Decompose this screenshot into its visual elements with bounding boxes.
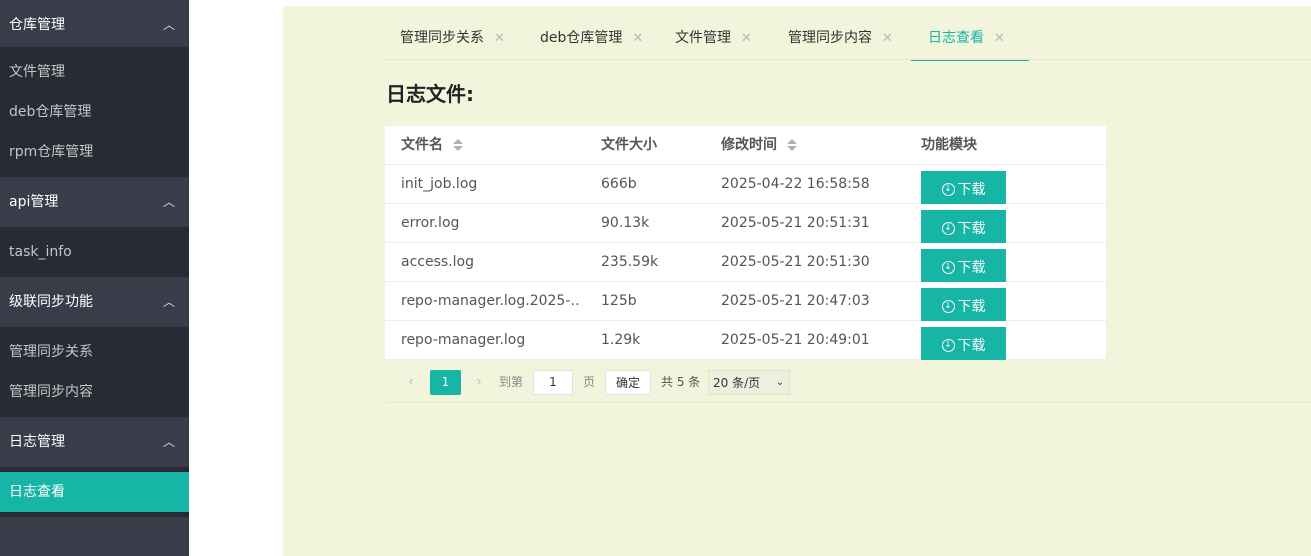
file-mtime-cell: 2025-05-21 20:51:30 bbox=[721, 254, 870, 270]
tab-deb-repo[interactable]: deb仓库管理 ✕ bbox=[540, 18, 643, 60]
sidebar-item-sync-relation[interactable]: 管理同步关系 bbox=[0, 332, 189, 372]
file-name-cell: repo-manager.log.2025-… bbox=[401, 293, 581, 309]
page-title: 日志文件: bbox=[386, 82, 474, 106]
tab-log-view[interactable]: 日志查看 ✕ bbox=[911, 18, 1029, 61]
download-label: 下载 bbox=[957, 338, 986, 354]
download-button[interactable]: ↓ 下载 bbox=[921, 171, 1006, 204]
download-button[interactable]: ↓ 下载 bbox=[921, 288, 1006, 321]
sort-icon[interactable] bbox=[453, 138, 463, 152]
goto-suffix-label: 页 bbox=[583, 375, 596, 389]
file-size-cell: 90.13k bbox=[601, 215, 650, 231]
sidebar-item-log-view[interactable]: 日志查看 bbox=[0, 472, 189, 512]
goto-confirm-button[interactable]: 确定 bbox=[605, 370, 651, 395]
file-mtime-cell: 2025-05-21 20:51:31 bbox=[721, 215, 870, 231]
download-label: 下载 bbox=[957, 182, 986, 198]
file-mtime-cell: 2025-04-22 16:58:58 bbox=[721, 176, 870, 192]
file-name-cell: repo-manager.log bbox=[401, 332, 526, 348]
column-header-mtime[interactable]: 修改时间 bbox=[721, 126, 911, 165]
sidebar-group-title: api管理 bbox=[9, 194, 59, 210]
tab-label: deb仓库管理 bbox=[540, 30, 623, 46]
close-icon[interactable]: ✕ bbox=[882, 31, 893, 46]
close-icon[interactable]: ✕ bbox=[632, 31, 643, 46]
sidebar-group-title: 仓库管理 bbox=[9, 17, 65, 33]
file-size-cell: 125b bbox=[601, 293, 637, 309]
sidebar-item-task-info[interactable]: task_info bbox=[0, 232, 189, 272]
tab-divider bbox=[383, 59, 1311, 60]
file-size-cell: 235.59k bbox=[601, 254, 659, 270]
table-row: access.log 235.59k 2025-05-21 20:51:30 ↓… bbox=[385, 243, 1106, 282]
total-count-label: 共 5 条 bbox=[661, 375, 701, 389]
file-size-cell: 666b bbox=[601, 176, 637, 192]
close-icon[interactable]: ✕ bbox=[494, 31, 505, 46]
pagination: ‹ 1 › 到第 页 确定 共 5 条 20 条/页 ⌄ bbox=[385, 361, 1311, 403]
sort-icon[interactable] bbox=[787, 138, 797, 152]
column-header-name[interactable]: 文件名 bbox=[401, 126, 581, 165]
tab-label: 管理同步内容 bbox=[788, 30, 872, 46]
sidebar-group-cascade-sync[interactable]: 级联同步功能 ︿ bbox=[0, 277, 189, 327]
goto-page-input[interactable] bbox=[533, 370, 573, 395]
download-label: 下载 bbox=[957, 260, 986, 276]
file-name-cell: access.log bbox=[401, 254, 474, 270]
file-name-cell: init_job.log bbox=[401, 176, 478, 192]
file-name-cell: error.log bbox=[401, 215, 460, 231]
sidebar-item-file-management[interactable]: 文件管理 bbox=[0, 52, 189, 92]
download-button[interactable]: ↓ 下载 bbox=[921, 210, 1006, 243]
download-label: 下载 bbox=[957, 299, 986, 315]
file-mtime-cell: 2025-05-21 20:49:01 bbox=[721, 332, 870, 348]
download-icon: ↓ bbox=[941, 338, 955, 352]
file-mtime-cell: 2025-05-21 20:47:03 bbox=[721, 293, 870, 309]
column-header-label: 文件名 bbox=[401, 137, 443, 153]
tab-label: 文件管理 bbox=[675, 30, 731, 46]
column-header-label: 修改时间 bbox=[721, 137, 777, 153]
sidebar: 仓库管理 ︿ 文件管理 deb仓库管理 rpm仓库管理 api管理 ︿ task… bbox=[0, 0, 189, 556]
page-size-value: 20 条/页 bbox=[713, 376, 761, 390]
table-row: error.log 90.13k 2025-05-21 20:51:31 ↓ 下载 bbox=[385, 204, 1106, 243]
file-size-cell: 1.29k bbox=[601, 332, 641, 348]
tab-sync-content[interactable]: 管理同步内容 ✕ bbox=[788, 18, 893, 60]
sidebar-group-api[interactable]: api管理 ︿ bbox=[0, 177, 189, 227]
download-button[interactable]: ↓ 下载 bbox=[921, 327, 1006, 360]
close-icon[interactable]: ✕ bbox=[994, 31, 1005, 46]
table-row: repo-manager.log.2025-… 125b 2025-05-21 … bbox=[385, 282, 1106, 321]
sidebar-item-deb-repo[interactable]: deb仓库管理 bbox=[0, 92, 189, 132]
download-button[interactable]: ↓ 下载 bbox=[921, 249, 1006, 282]
sidebar-item-sync-content[interactable]: 管理同步内容 bbox=[0, 372, 189, 412]
next-page-icon[interactable]: › bbox=[469, 370, 489, 395]
main-panel: 管理同步关系 ✕ deb仓库管理 ✕ 文件管理 ✕ 管理同步内容 ✕ 日志查看 ✕ 日志文… bbox=[283, 6, 1311, 556]
sidebar-group-log[interactable]: 日志管理 ︿ bbox=[0, 417, 189, 467]
download-icon: ↓ bbox=[941, 299, 955, 313]
prev-page-icon[interactable]: ‹ bbox=[401, 370, 421, 395]
tab-label: 管理同步关系 bbox=[400, 30, 484, 46]
sidebar-group-title: 日志管理 bbox=[9, 434, 65, 450]
chevron-up-icon: ︿ bbox=[162, 435, 175, 449]
chevron-down-icon: ⌄ bbox=[775, 377, 784, 388]
download-icon: ↓ bbox=[941, 260, 955, 274]
download-icon: ↓ bbox=[941, 221, 955, 235]
chevron-up-icon: ︿ bbox=[162, 195, 175, 209]
close-icon[interactable]: ✕ bbox=[741, 31, 752, 46]
sidebar-group-title: 级联同步功能 bbox=[9, 294, 93, 310]
sidebar-item-rpm-repo[interactable]: rpm仓库管理 bbox=[0, 132, 189, 172]
chevron-up-icon: ︿ bbox=[162, 295, 175, 309]
chevron-up-icon: ︿ bbox=[162, 18, 175, 32]
tab-sync-relation[interactable]: 管理同步关系 ✕ bbox=[400, 18, 505, 60]
sidebar-group-warehouse[interactable]: 仓库管理 ︿ bbox=[0, 0, 189, 50]
page-size-select[interactable]: 20 条/页 ⌄ bbox=[708, 370, 790, 395]
table-row: repo-manager.log 1.29k 2025-05-21 20:49:… bbox=[385, 321, 1106, 360]
goto-prefix-label: 到第 bbox=[499, 375, 524, 389]
tab-file-management[interactable]: 文件管理 ✕ bbox=[675, 18, 752, 60]
column-header-action: 功能模块 bbox=[921, 137, 977, 153]
table-row: init_job.log 666b 2025-04-22 16:58:58 ↓ 下… bbox=[385, 165, 1106, 204]
tab-label: 日志查看 bbox=[928, 30, 984, 46]
table-header: 文件名 文件大小 修改时间 功能模块 bbox=[385, 126, 1106, 165]
column-header-size: 文件大小 bbox=[601, 137, 657, 153]
page-number-current[interactable]: 1 bbox=[430, 370, 461, 395]
log-file-table: 文件名 文件大小 修改时间 功能模块 init_job.log 666b 202… bbox=[385, 126, 1106, 360]
download-label: 下载 bbox=[957, 221, 986, 237]
download-icon: ↓ bbox=[941, 182, 955, 196]
